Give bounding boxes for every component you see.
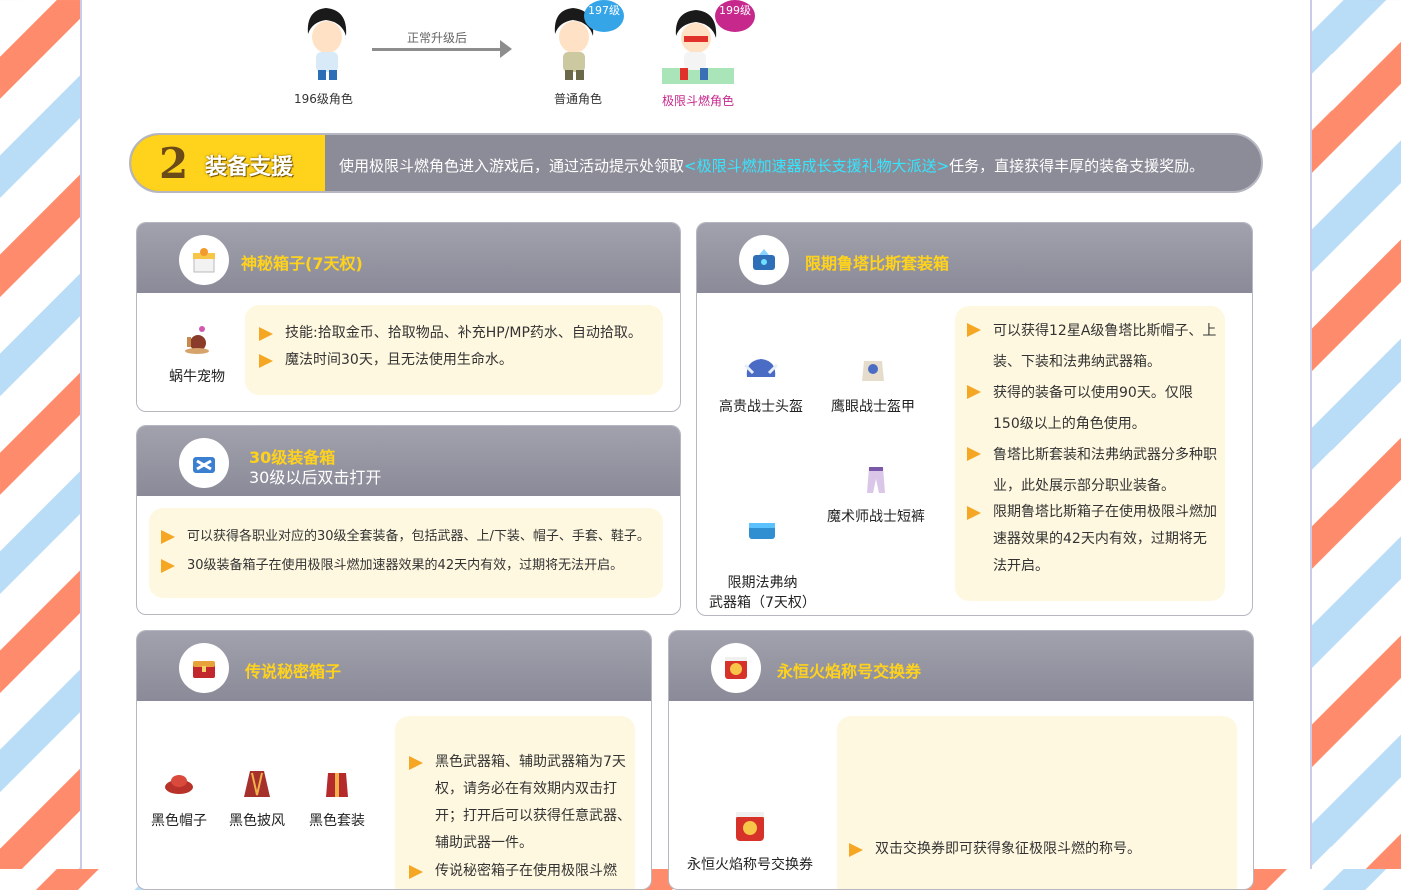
helmet-item: 高贵战士头盔 (719, 353, 803, 416)
gem-box-icon (739, 235, 789, 285)
snail-pet-label: 蜗牛宠物 (169, 369, 225, 385)
panel-subtitle: 30级以后双击打开 (249, 468, 382, 487)
rutabyss-box-panel: 限期鲁塔比斯套装箱 高贵战士头盔 鹰眼战士盔甲 限期法弗纳 武器箱（7天权） 魔… (696, 222, 1253, 616)
panel-header: 30级装备箱 30级以后双击打开 (137, 426, 680, 496)
rutabyss-box-notes: 可以获得12星A级鲁塔比斯帽子、上装、下装和法弗纳武器箱。 获得的装备可以使用9… (955, 306, 1225, 601)
panel-title: 限期鲁塔比斯套装箱 (805, 254, 950, 273)
armor-label: 鹰眼战士盔甲 (831, 399, 915, 415)
black-suit-label: 黑色套装 (309, 813, 365, 829)
warrior-armor-icon (831, 353, 915, 396)
helmet-label: 高贵战士头盔 (719, 399, 803, 415)
black-cape-label: 黑色披风 (229, 813, 285, 829)
normal-level-badge: 197级 (584, 0, 624, 32)
bullet-legend-validity: 传说秘密箱子在使用极限斗燃 (409, 858, 631, 885)
lv30-box-notes: 可以获得各职业对应的30级全套装备，包括武器、上/下装、帽子、手套、鞋子。 30… (149, 508, 663, 598)
snail-pet-icon (169, 323, 225, 366)
event-link[interactable]: <极限斗燃加速器成长支援礼物大派送> (684, 157, 949, 175)
character-196-sprite (298, 4, 354, 88)
section-number: 2 (159, 139, 189, 188)
mystery-box-panel: 神秘箱子(7天权) 蜗牛宠物 技能:拾取金币、拾取物品、补充HP/MP药水、自动… (136, 222, 681, 412)
flame-ticket-icon (711, 643, 761, 693)
bullet-full-set: 可以获得各职业对应的30级全套装备，包括武器、上/下装、帽子、手套、鞋子。 (161, 523, 666, 550)
bullet-rutabyss-set: 可以获得12星A级鲁塔比斯帽子、上装、下装和法弗纳武器箱。 (967, 316, 1219, 378)
flame-ticket-item: 永恒火焰称号交换券 (687, 809, 813, 874)
bullet-90-days: 获得的装备可以使用90天。仅限150级以上的角色使用。 (967, 378, 1219, 440)
black-suit-icon (309, 767, 365, 810)
weapon-box-label: 限期法弗纳 武器箱（7天权） (709, 575, 816, 611)
warrior-helmet-icon (719, 353, 803, 396)
panel-header: 神秘箱子(7天权) (137, 223, 680, 293)
arrow-label: 正常升级后 (407, 31, 468, 45)
extreme-level-badge: 199级 (715, 0, 755, 32)
panel-title: 永恒火焰称号交换券 (777, 662, 922, 681)
bullet-weapon-box: 黑色武器箱、辅助武器箱为7天权，请务必在有效期内双击打开；打开后可以获得任意武器… (409, 749, 631, 857)
bullet-42-days: 限期鲁塔比斯箱子在使用极限斗燃加速器效果的42天内有效，过期将无法开启。 (967, 499, 1219, 580)
bullet-magic-time: 魔法时间30天，且无法使用生命水。 (259, 347, 659, 374)
extreme-caption: 极限斗燃角色 (662, 94, 735, 108)
panel-title: 传说秘密箱子 (245, 662, 342, 681)
shorts-label: 魔术师战士短裤 (827, 509, 925, 525)
mystery-box-notes: 技能:拾取金币、拾取物品、补充HP/MP药水、自动拾取。 魔法时间30天，且无法… (245, 305, 663, 395)
black-hat-item: 黑色帽子 (151, 767, 207, 830)
section-description: 使用极限斗燃角色进入游戏后，通过活动提示处领取<极限斗燃加速器成长支援礼物大派送… (339, 155, 1204, 176)
lv30-box-panel: 30级装备箱 30级以后双击打开 可以获得各职业对应的30级全套装备，包括武器、… (136, 425, 681, 615)
flame-title-notes: 双击交换券即可获得象征极限斗燃的称号。 (837, 716, 1237, 889)
black-suit-item: 黑色套装 (309, 767, 365, 830)
shorts-item: 魔术师战士短裤 (827, 463, 925, 526)
upgrade-arrow (372, 48, 506, 51)
magician-shorts-icon (827, 463, 925, 506)
panel-header: 传说秘密箱子 (137, 631, 651, 701)
bullet-title-exchange: 双击交换券即可获得象征极限斗燃的称号。 (849, 836, 1234, 863)
normal-caption: 普通角色 (554, 92, 603, 106)
desc-prefix: 使用极限斗燃角色进入游戏后，通过活动提示处领取 (339, 157, 685, 175)
bullet-skill: 技能:拾取金币、拾取物品、补充HP/MP药水、自动拾取。 (259, 320, 659, 347)
weapon-box-icon (709, 479, 816, 556)
from-caption: 196级角色 (294, 92, 353, 106)
black-hat-icon (151, 767, 207, 810)
weapon-box-item: 限期法弗纳 武器箱（7天权） (709, 463, 816, 615)
section2-banner: 2 装备支援 使用极限斗燃角色进入游戏后，通过活动提示处领取<极限斗燃加速器成长… (129, 133, 1263, 193)
equipment-box-icon (179, 438, 229, 488)
snail-pet-item: 蜗牛宠物 (169, 323, 225, 386)
flame-ticket-item-icon (687, 809, 813, 854)
gift-box-icon (179, 235, 229, 285)
bullet-job-types: 鲁塔比斯套装和法弗纳武器分多种职业，此处展示部分职业装备。 (967, 440, 1219, 502)
arrow-head-icon (500, 40, 512, 58)
legend-box-panel: 传说秘密箱子 黑色帽子 黑色披风 黑色套装 黑色武器箱、辅助武器箱为7天权，请务… (136, 630, 652, 890)
bullet-validity: 30级装备箱子在使用极限斗燃加速器效果的42天内有效，过期将无法开启。 (161, 552, 666, 579)
panel-header: 限期鲁塔比斯套装箱 (697, 223, 1252, 293)
treasure-chest-icon (179, 643, 229, 693)
black-cape-item: 黑色披风 (229, 767, 285, 830)
section-title: 装备支援 (205, 155, 294, 180)
legend-box-notes: 黑色武器箱、辅助武器箱为7天权，请务必在有效期内双击打开；打开后可以获得任意武器… (395, 716, 635, 889)
black-hat-label: 黑色帽子 (151, 813, 207, 829)
black-cape-icon (229, 767, 285, 810)
flame-ticket-label: 永恒火焰称号交换券 (687, 857, 813, 873)
event-page: 196级角色 正常升级后 197级 普通角色 199级 极限斗燃角色 2 装备支… (80, 0, 1312, 890)
armor-item: 鹰眼战士盔甲 (831, 353, 915, 416)
desc-suffix: 任务，直接获得丰厚的装备支援奖励。 (949, 157, 1205, 175)
flame-title-panel: 永恒火焰称号交换券 永恒火焰称号交换券 双击交换券即可获得象征极限斗燃的称号。 (668, 630, 1254, 890)
panel-title: 神秘箱子(7天权) (241, 254, 363, 273)
panel-header: 永恒火焰称号交换券 (669, 631, 1253, 701)
